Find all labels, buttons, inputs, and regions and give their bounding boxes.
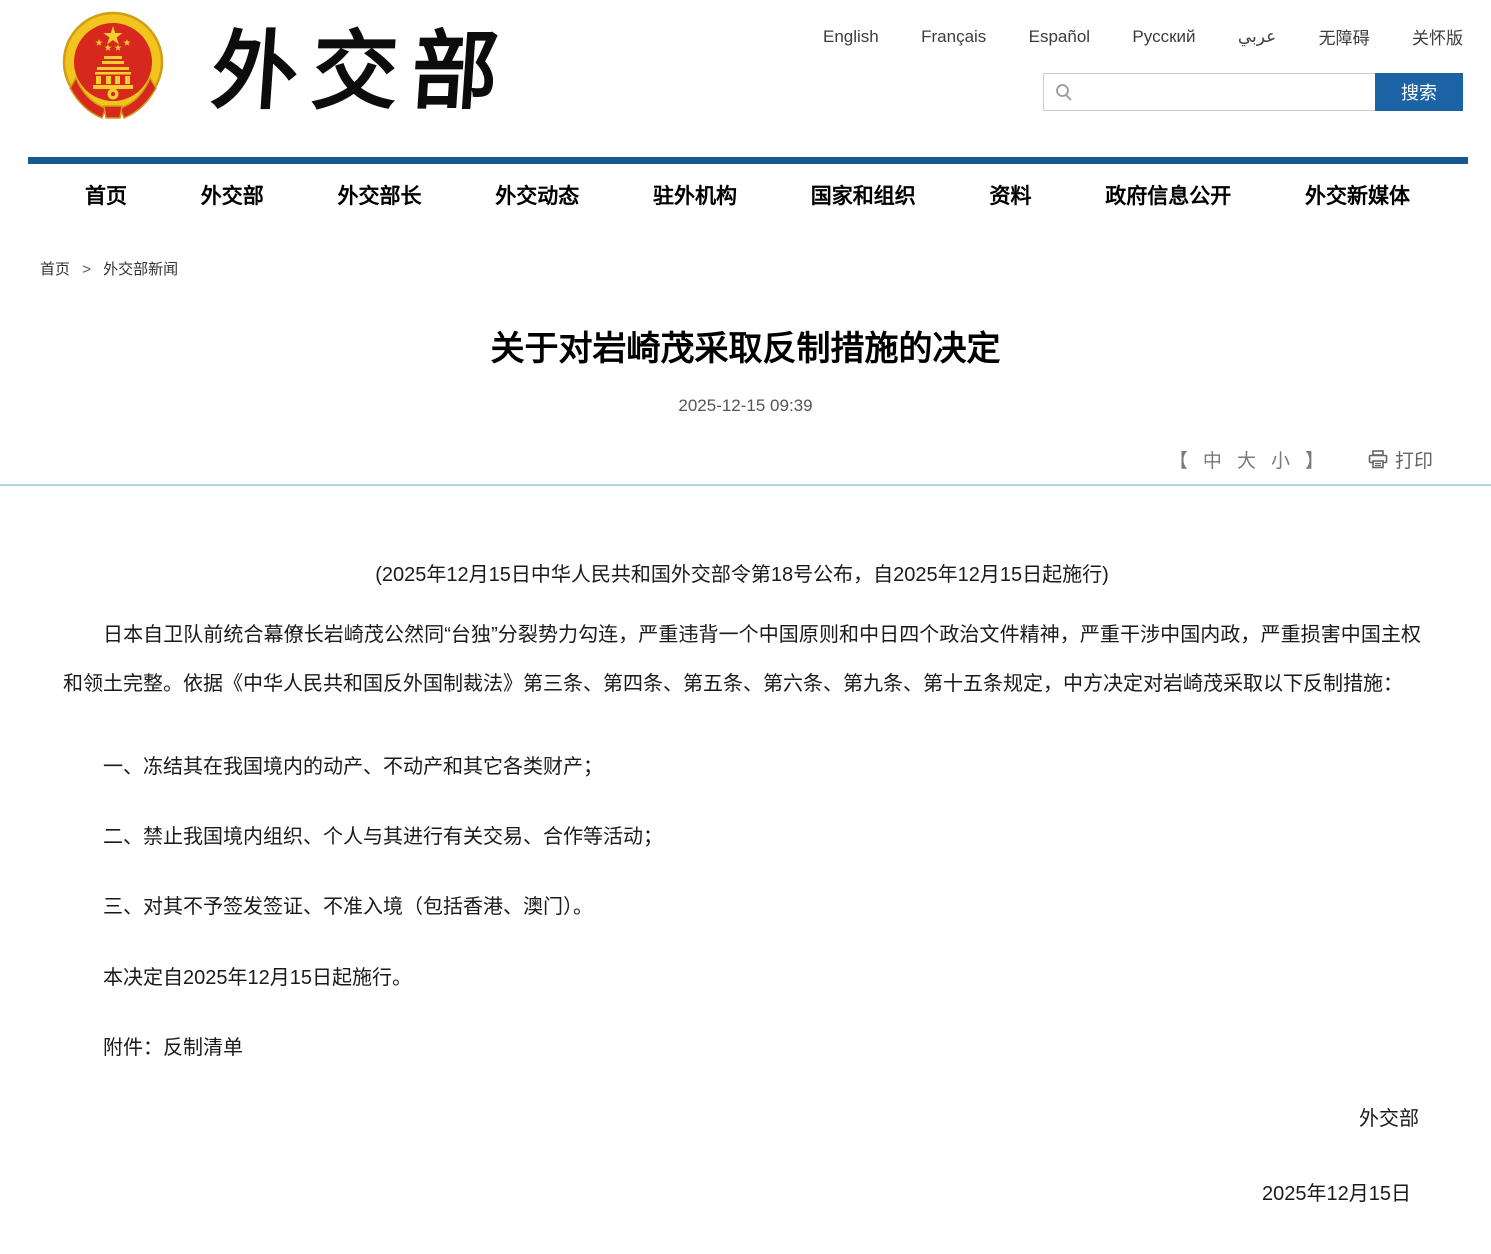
article-controls: 【 中 大 小 】 打印	[0, 446, 1491, 473]
language-link-french[interactable]: Français	[921, 27, 986, 47]
language-link-english[interactable]: English	[823, 27, 879, 47]
content-divider	[0, 484, 1491, 486]
accessibility-link[interactable]: 无障碍	[1319, 24, 1370, 49]
font-size-small-button[interactable]: 小	[1271, 446, 1290, 473]
site-header: 外交部 English Français Español Русский عرب…	[0, 0, 1491, 157]
article-datetime: 2025-12-15 09:39	[678, 396, 813, 415]
site-logo[interactable]: 外交部	[62, 6, 516, 136]
font-size-medium-button[interactable]: 中	[1203, 446, 1222, 473]
font-size-controls: 【 中 大 小 】	[1169, 446, 1324, 473]
font-size-large-button[interactable]: 大	[1237, 446, 1256, 473]
breadcrumb-section[interactable]: 外交部新闻	[103, 261, 178, 278]
breadcrumb: 首页 > 外交部新闻	[40, 258, 1491, 279]
nav-item-gov-info[interactable]: 政府信息公开	[1105, 180, 1231, 210]
print-label: 打印	[1394, 451, 1433, 472]
nav-item-countries[interactable]: 国家和组织	[811, 180, 916, 210]
page-title: 关于对岩崎茂采取反制措施的决定	[490, 330, 1001, 368]
signature-ministry: 外交部	[1359, 1108, 1419, 1130]
search-input-wrap	[1043, 73, 1375, 111]
nav-item-home[interactable]: 首页	[85, 180, 127, 210]
search-button[interactable]: 搜索	[1375, 73, 1463, 111]
printer-icon	[1368, 450, 1388, 469]
attachment-line: 附件：反制清单	[103, 1037, 243, 1059]
measure-item-3: 三、对其不予签发签证、不准入境（包括香港、澳门）。	[103, 896, 593, 918]
language-link-russian[interactable]: Русский	[1132, 27, 1195, 47]
signature-date: 2025年12月15日	[1262, 1183, 1411, 1205]
effective-date-line: 本决定自2025年12月15日起施行。	[103, 967, 412, 989]
language-link-arabic[interactable]: عربي	[1238, 27, 1276, 47]
nav-item-activities[interactable]: 外交动态	[495, 180, 579, 210]
measure-item-1: 一、冻结其在我国境内的动产、不动产和其它各类财产；	[103, 756, 603, 778]
language-link-spanish[interactable]: Español	[1029, 27, 1090, 47]
nav-item-ministry[interactable]: 外交部	[201, 180, 264, 210]
article-body: (2025年12月15日中华人民共和国外交部令第18号公布，自2025年12月1…	[0, 558, 1491, 1254]
breadcrumb-separator: >	[82, 261, 91, 278]
print-button[interactable]: 打印	[1368, 446, 1433, 473]
site-title-calligraphy: 外交部	[208, 20, 516, 122]
language-bar: English Français Español Русский عربي 无障…	[823, 24, 1463, 49]
national-emblem-icon	[62, 6, 164, 136]
measure-item-2: 二、禁止我国境内组织、个人与其进行有关交易、合作等活动；	[103, 826, 663, 848]
paragraph-main: 日本自卫队前统合幕僚长岩崎茂公然同“台独”分裂势力勾连，严重违背一个中国原则和中…	[63, 624, 1421, 695]
main-nav: 首页 外交部 外交部长 外交动态 驻外机构 国家和组织 资料 政府信息公开 外交…	[28, 157, 1468, 226]
search-input[interactable]	[1073, 74, 1375, 110]
page: 外交部 English Français Español Русский عرب…	[0, 0, 1491, 1254]
nav-item-new-media[interactable]: 外交新媒体	[1305, 180, 1410, 210]
decree-intro-line: (2025年12月15日中华人民共和国外交部令第18号公布，自2025年12月1…	[375, 564, 1109, 586]
header-right: English Français Español Русский عربي 无障…	[823, 24, 1463, 111]
bracket-close: 】	[1304, 451, 1324, 472]
main-nav-row: 首页 外交部 外交部长 外交动态 驻外机构 国家和组织 资料 政府信息公开 外交…	[28, 164, 1468, 226]
breadcrumb-home[interactable]: 首页	[40, 261, 70, 278]
bracket-open: 【	[1168, 451, 1188, 472]
nav-item-missions[interactable]: 驻外机构	[653, 180, 737, 210]
search-box: 搜索	[1043, 73, 1463, 111]
care-version-link[interactable]: 关怀版	[1412, 24, 1463, 49]
nav-item-minister[interactable]: 外交部长	[338, 180, 422, 210]
nav-item-resources[interactable]: 资料	[990, 180, 1032, 210]
search-icon	[1055, 83, 1073, 101]
